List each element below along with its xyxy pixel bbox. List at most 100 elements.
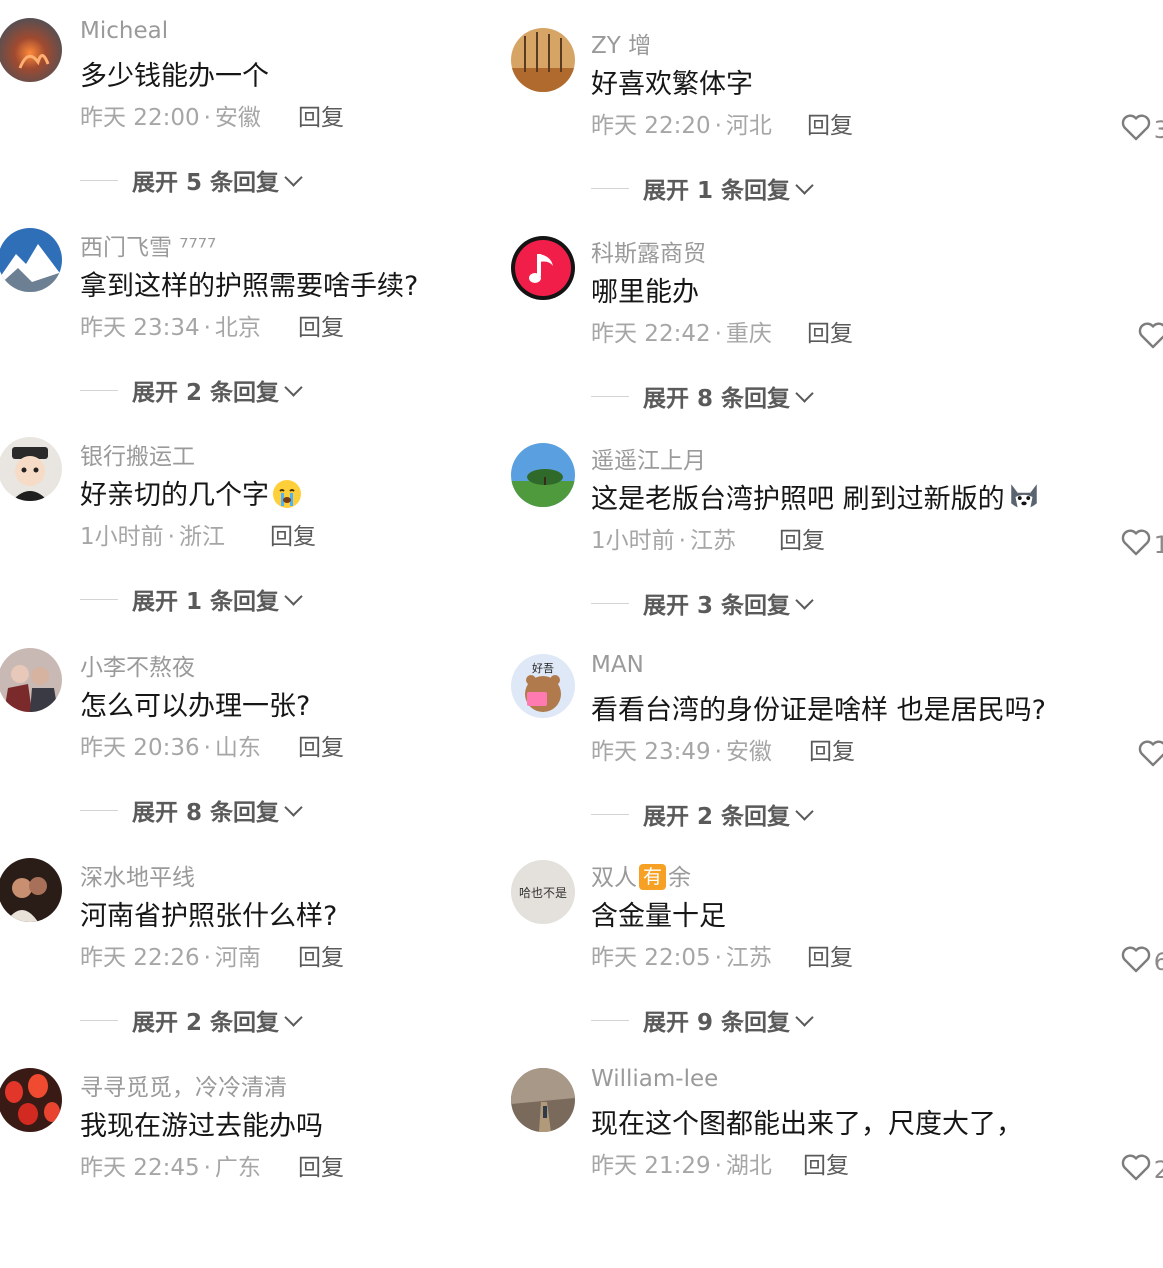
comment-time: 昨天 22:42 — [591, 321, 711, 347]
heart-icon[interactable] — [1120, 527, 1152, 563]
expand-replies-button[interactable]: 展开 8 条回复 — [80, 793, 303, 827]
like-button[interactable]: 3 — [1120, 112, 1163, 148]
comment-time: 昨天 22:45 — [80, 1155, 200, 1181]
heart-icon[interactable] — [1120, 1152, 1152, 1188]
comment-time: 1小时前 — [80, 524, 164, 550]
comment-username[interactable]: 双人有余 — [591, 858, 691, 892]
comment-meta: 1小时前 · 浙江 — [80, 517, 225, 551]
left-comment-column: Micheal 多少钱能办一个 昨天 22:00 · 安徽 回复 展开 5 条回复 西门飞雪 … — [0, 0, 540, 1200]
comment-username[interactable]: ZY 增 — [591, 26, 651, 60]
reply-button[interactable]: 回复 — [298, 728, 344, 762]
expand-replies-label: 展开 8 条回复 — [643, 386, 791, 412]
comment-item: 遥遥江上月 这是老版台湾护照吧 刷到过新版的 1小时前 · 江苏 回复 1 展开 3 条回复 — [511, 441, 1163, 641]
comment-meta: 昨天 20:36 · 山东 — [80, 728, 261, 762]
chevron-down-icon — [795, 175, 814, 195]
expand-replies-label: 展开 1 条回复 — [643, 178, 791, 204]
chevron-down-icon — [795, 383, 814, 403]
expand-replies-button[interactable]: 展开 2 条回复 — [80, 373, 303, 407]
forest-path-avatar[interactable] — [511, 1068, 575, 1132]
meta-separator: · — [714, 1153, 722, 1179]
cartoon-bear-avatar[interactable]: 好吾 — [511, 654, 575, 718]
snow-mountain-avatar[interactable] — [0, 228, 62, 292]
comment-text: 拿到这样的护照需要啥手续? — [80, 264, 418, 303]
reply-button[interactable]: 回复 — [298, 308, 344, 342]
cartoon-scholar-avatar[interactable] — [0, 437, 62, 501]
expand-replies-button[interactable]: 展开 8 条回复 — [591, 379, 814, 413]
chevron-down-icon — [284, 797, 303, 817]
comment-meta: 昨天 23:49 · 安徽 — [591, 732, 772, 766]
comment-text-body: 哪里能办 — [591, 277, 699, 308]
expand-replies-button[interactable]: 展开 2 条回复 — [80, 1003, 303, 1037]
comment-username[interactable]: 小李不熬夜 — [80, 648, 195, 682]
like-button[interactable] — [1137, 738, 1163, 774]
reply-button[interactable]: 回复 — [270, 517, 316, 551]
comment-meta: 昨天 21:29 · 湖北 — [591, 1146, 772, 1180]
comment-location: 河北 — [725, 113, 772, 139]
divider-line — [80, 809, 118, 811]
comment-meta: 昨天 22:20 · 河北 — [591, 106, 772, 140]
comment-username[interactable]: 遥遥江上月 — [591, 441, 706, 475]
comment-username[interactable]: 寻寻觅觅，冷冷清清 — [80, 1068, 287, 1102]
comment-text-body: 河南省护照张什么样? — [80, 901, 338, 932]
comment-time: 昨天 20:36 — [80, 735, 200, 761]
comment-time: 昨天 21:29 — [591, 1153, 711, 1179]
heart-icon[interactable] — [1137, 320, 1163, 356]
calligraphy-avatar[interactable]: 哈也不是 — [511, 860, 575, 924]
comment-meta: 1小时前 · 江苏 — [591, 521, 736, 555]
like-button[interactable] — [1137, 320, 1163, 356]
comment-location: 江苏 — [689, 528, 736, 554]
heart-icon[interactable] — [1137, 738, 1163, 774]
reply-button[interactable]: 回复 — [298, 938, 344, 972]
comment-username[interactable]: MAN — [591, 652, 644, 678]
meta-separator: · — [167, 524, 175, 550]
divider-line — [80, 1019, 118, 1021]
autumn-trees-avatar[interactable] — [511, 28, 575, 92]
comment-username[interactable]: 西门飞雪 ⁷⁷⁷⁷ — [80, 228, 216, 262]
meta-separator: · — [714, 113, 722, 139]
comment-meta: 昨天 22:45 · 广东 — [80, 1148, 261, 1182]
chevron-down-icon — [284, 586, 303, 606]
fire-smoke-avatar[interactable] — [0, 18, 62, 82]
expand-replies-button[interactable]: 展开 9 条回复 — [591, 1003, 814, 1037]
reply-button[interactable]: 回复 — [779, 521, 825, 555]
like-button[interactable]: 1 — [1120, 527, 1163, 563]
green-field-avatar[interactable] — [511, 443, 575, 507]
comment-location: 江苏 — [725, 945, 772, 971]
dark-portrait-avatar[interactable] — [0, 858, 62, 922]
like-count: 3 — [1153, 116, 1163, 144]
comment-username[interactable]: William-lee — [591, 1066, 718, 1092]
expand-replies-button[interactable]: 展开 1 条回复 — [591, 171, 814, 205]
expand-replies-button[interactable]: 展开 2 条回复 — [591, 797, 814, 831]
comment-username[interactable]: 科斯露商贸 — [591, 234, 706, 268]
reply-button[interactable]: 回复 — [298, 98, 344, 132]
chevron-down-icon — [284, 167, 303, 187]
reply-button[interactable]: 回复 — [809, 732, 855, 766]
comment-location: 山东 — [214, 735, 261, 761]
comment-username[interactable]: 深水地平线 — [80, 858, 195, 892]
divider-line — [591, 187, 629, 189]
username-badge: 有 — [639, 864, 667, 890]
like-button[interactable]: 2 — [1120, 1152, 1163, 1188]
drama-still-avatar[interactable] — [0, 648, 62, 712]
expand-replies-label: 展开 3 条回复 — [643, 593, 791, 619]
reply-button[interactable]: 回复 — [807, 106, 853, 140]
expand-replies-button[interactable]: 展开 1 条回复 — [80, 582, 303, 616]
comment-username[interactable]: 银行搬运工 — [80, 437, 195, 471]
expand-replies-button[interactable]: 展开 5 条回复 — [80, 163, 303, 197]
reply-button[interactable]: 回复 — [803, 1146, 849, 1180]
meta-separator: · — [203, 1155, 211, 1181]
like-button[interactable]: 6 — [1120, 944, 1163, 980]
red-lanterns-avatar[interactable] — [0, 1068, 62, 1132]
comment-text: 含金量十足 — [591, 894, 726, 933]
crying-emoji — [271, 478, 303, 517]
expand-replies-button[interactable]: 展开 3 条回复 — [591, 586, 814, 620]
heart-icon[interactable] — [1120, 112, 1152, 148]
comment-text-body: 怎么可以办理一张? — [80, 691, 311, 722]
reply-button[interactable]: 回复 — [807, 938, 853, 972]
reply-button[interactable]: 回复 — [298, 1148, 344, 1182]
comment-item: 小李不熬夜怎么可以办理一张? 昨天 20:36 · 山东 回复展开 8 条回复 — [0, 648, 540, 848]
heart-icon[interactable] — [1120, 944, 1152, 980]
reply-button[interactable]: 回复 — [807, 314, 853, 348]
comment-username[interactable]: Micheal — [80, 18, 168, 44]
music-note-avatar[interactable] — [511, 236, 575, 300]
